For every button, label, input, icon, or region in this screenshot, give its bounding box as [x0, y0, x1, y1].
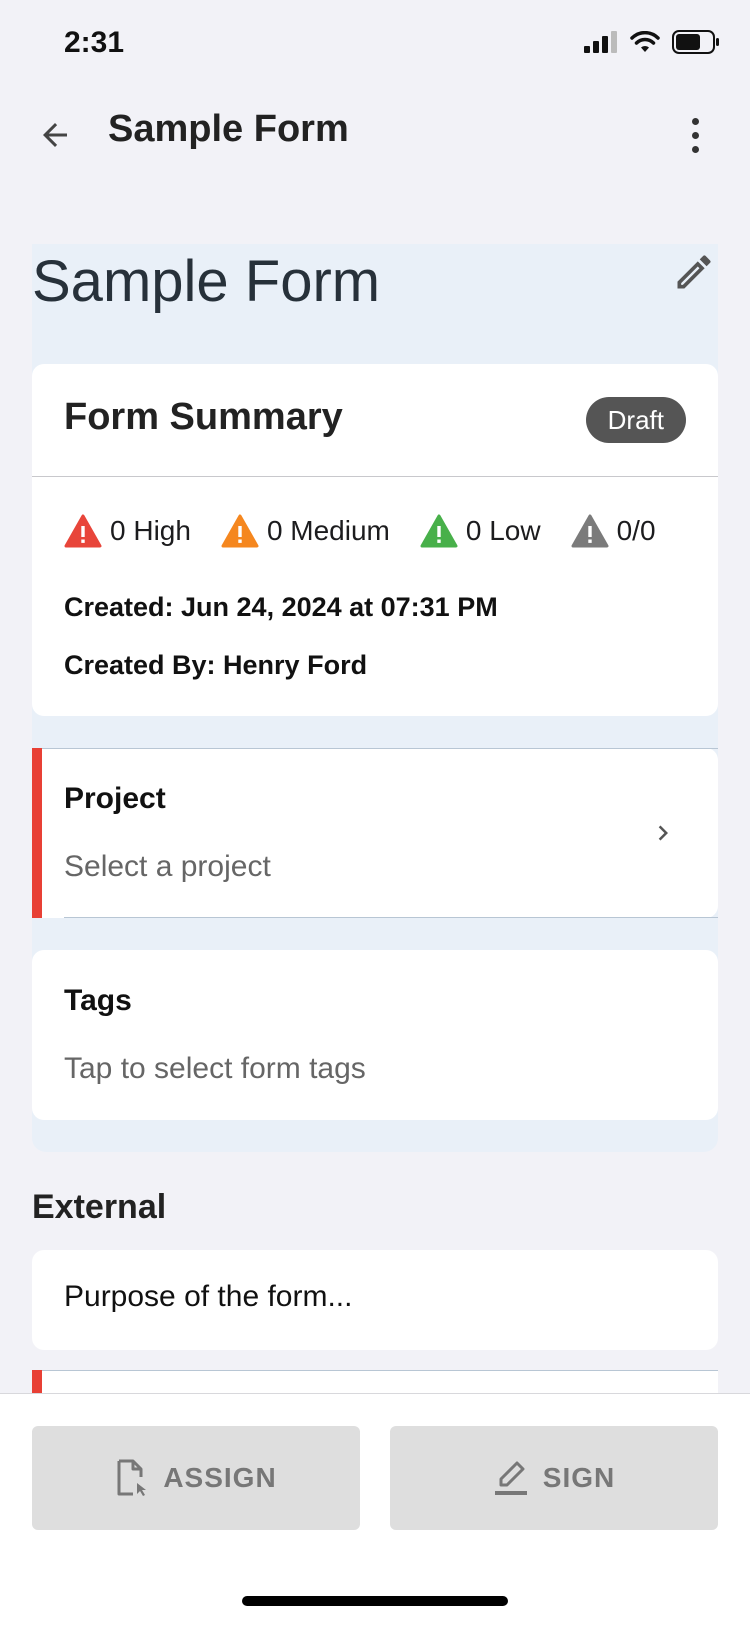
sign-button[interactable]: SIGN — [390, 1426, 718, 1530]
high-count-label: 0 High — [110, 515, 191, 546]
tags-placeholder: Tap to select form tags — [64, 1052, 366, 1085]
low-count: 0 Low — [420, 514, 541, 548]
wifi-icon — [630, 31, 660, 52]
warning-neutral-icon — [571, 514, 609, 548]
home-indicator — [242, 1596, 508, 1606]
other-count: 0/0 — [571, 514, 656, 548]
medium-count-label: 0 Medium — [266, 515, 390, 546]
status-bar: 2:31 — [0, 0, 750, 90]
warning-low-icon — [420, 514, 458, 548]
low-count-label: 0 Low — [465, 515, 541, 546]
warning-medium-icon — [221, 514, 259, 548]
high-count: 0 High — [64, 514, 191, 548]
purpose-placeholder: Purpose of the form... — [64, 1280, 353, 1313]
divider — [32, 476, 718, 477]
edit-title-button[interactable] — [672, 250, 716, 294]
project-label: Project — [64, 782, 166, 815]
bottom-action-bar: ASSIGN SIGN — [0, 1393, 750, 1625]
divider — [42, 1370, 718, 1371]
divider — [42, 748, 718, 749]
form-summary-card: Form Summary Draft 0 High 0 Medium 0 Low — [32, 364, 718, 716]
purpose-field[interactable]: Purpose of the form... — [32, 1250, 718, 1350]
project-placeholder: Select a project — [64, 850, 271, 883]
medium-count: 0 Medium — [221, 514, 390, 548]
status-icons — [584, 30, 720, 54]
tags-field[interactable]: Tags Tap to select form tags — [32, 950, 718, 1120]
sign-label: SIGN — [542, 1462, 616, 1493]
signal-icon — [584, 31, 617, 53]
form-title: Sample Form — [32, 249, 381, 314]
external-section-title: External — [32, 1188, 167, 1226]
nav-title: Sample Form — [108, 108, 349, 150]
divider — [64, 917, 718, 918]
other-count-label: 0/0 — [616, 515, 656, 546]
chevron-right-icon — [658, 825, 668, 841]
tags-label: Tags — [64, 984, 132, 1017]
more-vertical-icon — [691, 117, 699, 125]
status-time: 2:31 — [64, 26, 125, 59]
created-by: Created By: Henry Ford — [64, 650, 368, 680]
signature-pen-icon — [494, 1461, 527, 1495]
back-button[interactable] — [30, 110, 80, 160]
summary-title: Form Summary — [64, 396, 343, 438]
assign-label: ASSIGN — [163, 1462, 277, 1493]
assign-document-icon — [117, 1459, 147, 1496]
required-indicator — [32, 748, 42, 918]
created-date: Created: Jun 24, 2024 at 07:31 PM — [64, 592, 498, 622]
pencil-icon — [677, 255, 711, 289]
issue-counts: 0 High 0 Medium 0 Low 0/0 — [64, 514, 656, 548]
warning-high-icon — [64, 514, 102, 548]
status-badge: Draft — [585, 397, 686, 443]
project-field[interactable]: Project Select a project — [32, 748, 718, 918]
nav-bar: Sample Form — [0, 90, 750, 176]
battery-icon — [672, 30, 719, 54]
more-options-button[interactable] — [680, 110, 710, 160]
assign-button[interactable]: ASSIGN — [32, 1426, 360, 1530]
arrow-left-icon — [43, 123, 67, 147]
